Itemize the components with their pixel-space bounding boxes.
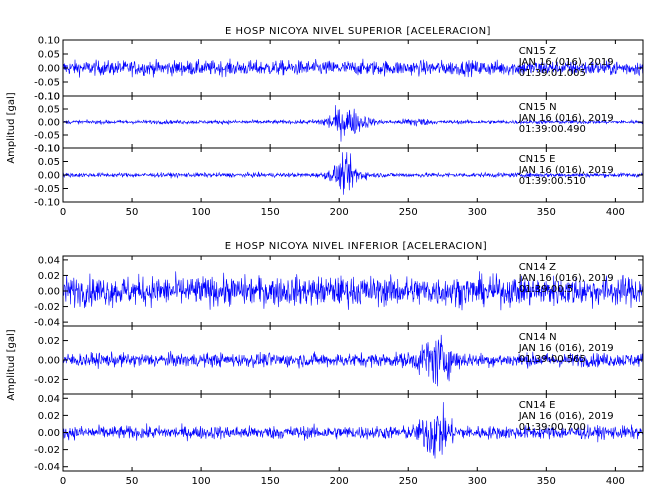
x-tick-label: 0 — [60, 207, 66, 218]
y-tick-label: 0.00 — [38, 64, 60, 75]
x-tick-label: 150 — [261, 476, 280, 487]
x-tick-label: 400 — [606, 207, 625, 218]
trace-annotation: JAN 16 (016), 2019 — [518, 273, 614, 284]
y-tick-label: 0.00 — [38, 287, 60, 298]
y-tick-label: 0.10 — [38, 144, 60, 155]
x-tick-label: 100 — [192, 476, 211, 487]
x-tick-label: 200 — [330, 476, 349, 487]
x-tick-label: 300 — [468, 207, 487, 218]
y-tick-label: 0.02 — [38, 336, 60, 347]
y-tick-label: -0.05 — [34, 184, 60, 195]
y-tick-label: 0.04 — [38, 255, 60, 266]
seismogram-figure: E HOSP NICOYA NIVEL SUPERIOR [ACELERACIO… — [6, 26, 644, 487]
x-tick-label: 250 — [399, 207, 418, 218]
y-tick-label: 0.02 — [38, 271, 60, 282]
y-tick-label: -0.04 — [34, 462, 60, 473]
y-tick-label: 0.02 — [38, 411, 60, 422]
y-tick-label: 0.05 — [38, 50, 60, 61]
trace-annotation: JAN 16 (016), 2019 — [518, 343, 614, 354]
y-tick-label: 0.00 — [38, 356, 60, 367]
y-tick-label: 0.00 — [38, 118, 60, 129]
x-tick-label: 200 — [330, 207, 349, 218]
trace-annotation: JAN 16 (016), 2019 — [518, 411, 614, 422]
y-tick-label: 0.05 — [38, 157, 60, 168]
lower-figure: 0.040.020.00-0.02-0.04CN14 ZJAN 16 (016)… — [34, 255, 644, 487]
y-tick-label: -0.05 — [34, 78, 60, 89]
trace-annotation: CN14 E — [519, 400, 556, 411]
x-tick-label: 250 — [399, 476, 418, 487]
x-tick-label: 400 — [606, 476, 625, 487]
y-tick-label: 0.05 — [38, 105, 60, 116]
x-tick-label: 50 — [126, 207, 139, 218]
x-tick-label: 350 — [537, 207, 556, 218]
y-tick-label: -0.04 — [34, 318, 60, 329]
y-axis-label: Amplitud [gal] — [6, 329, 17, 400]
trace-annotation: CN15 E — [519, 154, 556, 165]
x-tick-label: 100 — [192, 207, 211, 218]
trace-panel: 0.100.050.00-0.05-0.10CN15 ZJAN 16 (016)… — [34, 36, 644, 103]
trace-panel: 0.04 0.02 0.00 -0.02 -0.04 CN14 ZJAN 16 (016)… — [34, 255, 644, 329]
y-tick-label: -0.02 — [34, 302, 60, 313]
x-tick-label: 150 — [261, 207, 280, 218]
x-tick-label: 50 — [126, 476, 139, 487]
trace-annotation: CN14 N — [519, 332, 557, 343]
y-tick-label: 0.00 — [38, 428, 60, 439]
trace-annotation: CN15 Z — [519, 46, 556, 57]
trace-annotation: 01:39:00.510 — [519, 176, 586, 187]
trace-annotation: 01:39:00.490 — [519, 124, 586, 135]
figure-title: E HOSP NICOYA NIVEL SUPERIOR [ACELERACIO… — [225, 26, 491, 37]
x-tick-label: 0 — [60, 476, 66, 487]
y-tick-label: 0.10 — [38, 92, 60, 103]
trace-panel: 0.04 0.02 0.00 -0.02 -0.04 CN14 EJAN 16 (016)… — [34, 393, 644, 473]
y-tick-label: 0.04 — [38, 394, 60, 405]
trace-annotation: 01:39:00.5 — [519, 284, 573, 295]
trace-annotation: JAN 16 (016), 2019 — [518, 57, 614, 68]
trace-annotation: 01:39:01.005 — [519, 68, 586, 79]
trace-panel: 0.02 0.00 -0.02 CN14 NJAN 16 (016), 201901:… — [34, 325, 644, 395]
upper-figure: 0.100.050.00-0.05-0.10CN15 ZJAN 16 (016)… — [34, 36, 644, 218]
x-tick-label: 300 — [468, 476, 487, 487]
trace-annotation: JAN 16 (016), 2019 — [518, 165, 614, 176]
trace-annotation: 01:39:00.700 — [519, 422, 586, 433]
trace-panel: 0.10 0.05 0.00 -0.05 -0.10 CN15 EJAN 16 (016)… — [34, 144, 644, 209]
y-tick-label: 0.00 — [38, 171, 60, 182]
y-tick-label: -0.05 — [34, 131, 60, 142]
y-axis-label: Amplitud [gal] — [6, 92, 17, 163]
y-tick-label: -0.02 — [34, 375, 60, 386]
y-tick-label: 0.10 — [38, 36, 60, 47]
x-tick-label: 350 — [537, 476, 556, 487]
trace-annotation: CN14 Z — [519, 262, 556, 273]
y-tick-label: -0.02 — [34, 445, 60, 456]
trace-annotation: JAN 16 (016), 2019 — [518, 113, 614, 124]
trace-annotation: 01:39:00.565 — [519, 354, 586, 365]
trace-panel: 0.100.050.00-0.05-0.10CN15 NJAN 16 (016)… — [34, 92, 644, 155]
trace-annotation: CN15 N — [519, 102, 557, 113]
y-tick-label: -0.10 — [34, 198, 60, 209]
figure-title: E HOSP NICOYA NIVEL INFERIOR [ACELERACIO… — [225, 241, 487, 252]
